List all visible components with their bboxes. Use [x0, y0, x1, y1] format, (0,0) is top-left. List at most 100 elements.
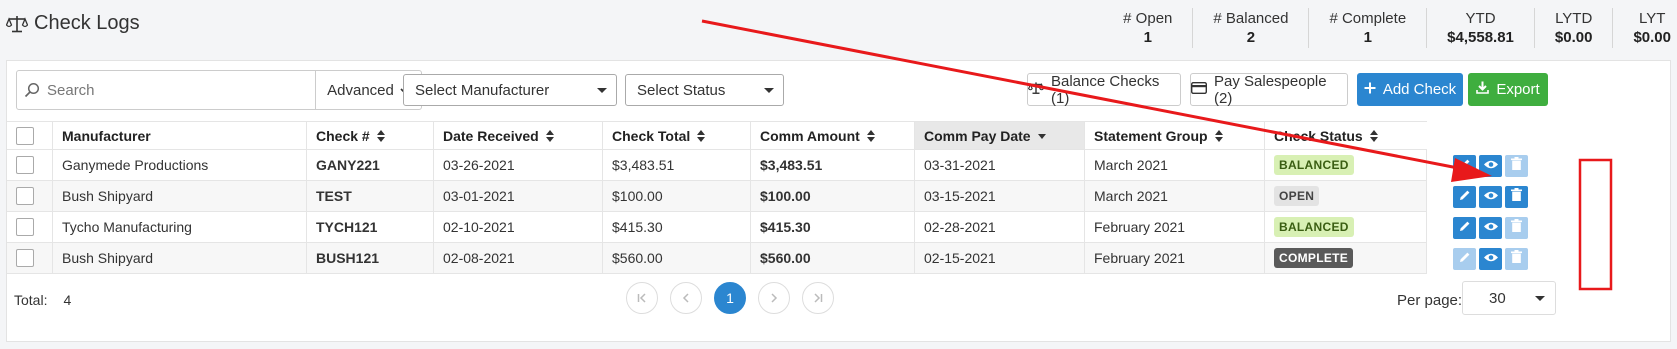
eye-icon: [1483, 157, 1499, 175]
stat-label: # Balanced: [1213, 10, 1289, 27]
eye-icon: [1483, 219, 1499, 237]
stats-bar: # Open 1 # Balanced 2 # Complete 1 YTD $4,55…: [1103, 8, 1677, 48]
advanced-label: Advanced: [327, 81, 394, 99]
page-button[interactable]: 1: [714, 282, 746, 314]
stat-value: $0.00: [1633, 29, 1671, 46]
pay-salespeople-label: Pay Salespeople (2): [1214, 72, 1327, 107]
view-button[interactable]: [1479, 185, 1502, 208]
first-page-button[interactable]: [626, 282, 658, 314]
select-all-checkbox[interactable]: [16, 126, 34, 145]
caret-down-icon: [764, 88, 774, 93]
header-statement-group[interactable]: Statement Group: [1085, 122, 1265, 149]
pencil-icon: [1459, 157, 1471, 175]
pay-salespeople-button[interactable]: Pay Salespeople (2): [1190, 72, 1348, 107]
search-input[interactable]: [47, 71, 315, 109]
stat-label: # Complete: [1329, 10, 1407, 27]
balance-checks-button[interactable]: Balance Checks (1): [1027, 72, 1181, 107]
export-label: Export: [1496, 81, 1540, 98]
stat-label: # Open: [1123, 10, 1173, 27]
delete-button[interactable]: [1505, 247, 1528, 270]
stat-value: 1: [1363, 29, 1372, 46]
balance-checks-label: Balance Checks (1): [1051, 72, 1160, 107]
pencil-icon: [1459, 188, 1471, 206]
eye-icon: [1483, 188, 1499, 206]
edit-button[interactable]: [1453, 154, 1476, 177]
view-button[interactable]: [1479, 154, 1502, 177]
stat-value: $4,558.81: [1447, 29, 1514, 46]
stat-ytd: YTD $4,558.81: [1427, 8, 1535, 48]
check-logs-panel: Advanced Select Manufacturer Select Stat…: [6, 60, 1671, 342]
stat-label: YTD: [1465, 10, 1496, 27]
header-label: Check #: [316, 127, 370, 144]
header-check-no[interactable]: Check #: [307, 122, 434, 149]
trash-icon: [1511, 187, 1522, 206]
add-check-label: Add Check: [1382, 81, 1457, 98]
page-title-text: Check Logs: [34, 12, 140, 34]
delete-button[interactable]: [1505, 185, 1528, 208]
sort-icon: [1214, 129, 1223, 142]
download-icon: [1476, 81, 1490, 98]
per-page-value: 30: [1489, 289, 1506, 307]
edit-button[interactable]: [1453, 216, 1476, 239]
edit-button[interactable]: [1453, 185, 1476, 208]
status-select-label: Select Status: [637, 81, 726, 99]
per-page-label: Per page:: [1397, 292, 1463, 309]
sort-icon: [376, 129, 385, 142]
next-page-button[interactable]: [758, 282, 790, 314]
pencil-icon: [1459, 219, 1471, 237]
total-value: 4: [63, 292, 72, 308]
view-button[interactable]: [1479, 216, 1502, 239]
add-check-button[interactable]: Add Check: [1357, 73, 1463, 106]
stat-lyt: LYT $0.00: [1613, 8, 1677, 48]
header-check-status[interactable]: Check Status: [1265, 122, 1427, 149]
row-actions-0: [7, 150, 1607, 181]
sort-desc-icon: [1037, 130, 1046, 142]
stat-value: 2: [1246, 29, 1256, 46]
export-button[interactable]: Export: [1468, 73, 1548, 106]
pencil-icon: [1459, 250, 1471, 268]
header-check-total[interactable]: Check Total: [603, 122, 751, 149]
last-page-icon: [813, 290, 823, 306]
caret-down-icon: [1535, 296, 1545, 301]
header-label: Check Status: [1274, 127, 1363, 144]
caret-down-icon: [597, 88, 607, 93]
header-manufacturer[interactable]: Manufacturer: [53, 122, 307, 149]
page-title: Check Logs: [6, 12, 140, 35]
eye-icon: [1483, 250, 1499, 268]
row-actions: [1453, 150, 1529, 181]
search-box: Advanced: [16, 70, 422, 110]
scale-icon: [1028, 81, 1044, 99]
header-label: Statement Group: [1094, 127, 1208, 144]
stat-complete: # Complete 1: [1309, 8, 1428, 48]
header-label: Comm Pay Date: [924, 127, 1031, 144]
stat-label: LYTD: [1555, 10, 1593, 27]
row-actions: [1453, 181, 1529, 212]
header-comm-amount[interactable]: Comm Amount: [751, 122, 915, 149]
header-comm-pay-date[interactable]: Comm Pay Date: [915, 122, 1085, 149]
header-date-received[interactable]: Date Received: [434, 122, 603, 149]
stat-label: LYT: [1639, 10, 1666, 27]
last-page-button[interactable]: [802, 282, 834, 314]
prev-page-button[interactable]: [670, 282, 702, 314]
view-button[interactable]: [1479, 247, 1502, 270]
status-select[interactable]: Select Status: [625, 74, 784, 106]
row-actions-2: [7, 212, 1607, 243]
first-page-icon: [637, 290, 647, 306]
scale-icon: [6, 14, 28, 34]
sort-icon: [697, 129, 706, 142]
table-header-row: Manufacturer Check # Date Received Check…: [7, 121, 1427, 150]
delete-button[interactable]: [1505, 154, 1528, 177]
trash-icon: [1511, 156, 1522, 175]
manufacturer-select[interactable]: Select Manufacturer: [403, 74, 617, 106]
row-actions-1: [7, 181, 1607, 212]
search-icon: [17, 71, 47, 109]
edit-button[interactable]: [1453, 247, 1476, 270]
sort-icon: [545, 129, 554, 142]
stat-value: 1: [1143, 29, 1152, 46]
pagination: 1: [626, 282, 834, 314]
delete-button[interactable]: [1505, 216, 1528, 239]
header-label: Comm Amount: [760, 127, 860, 144]
total-count: Total: 4: [14, 292, 71, 308]
per-page-select[interactable]: 30: [1462, 281, 1556, 315]
header-label: Date Received: [443, 127, 539, 144]
